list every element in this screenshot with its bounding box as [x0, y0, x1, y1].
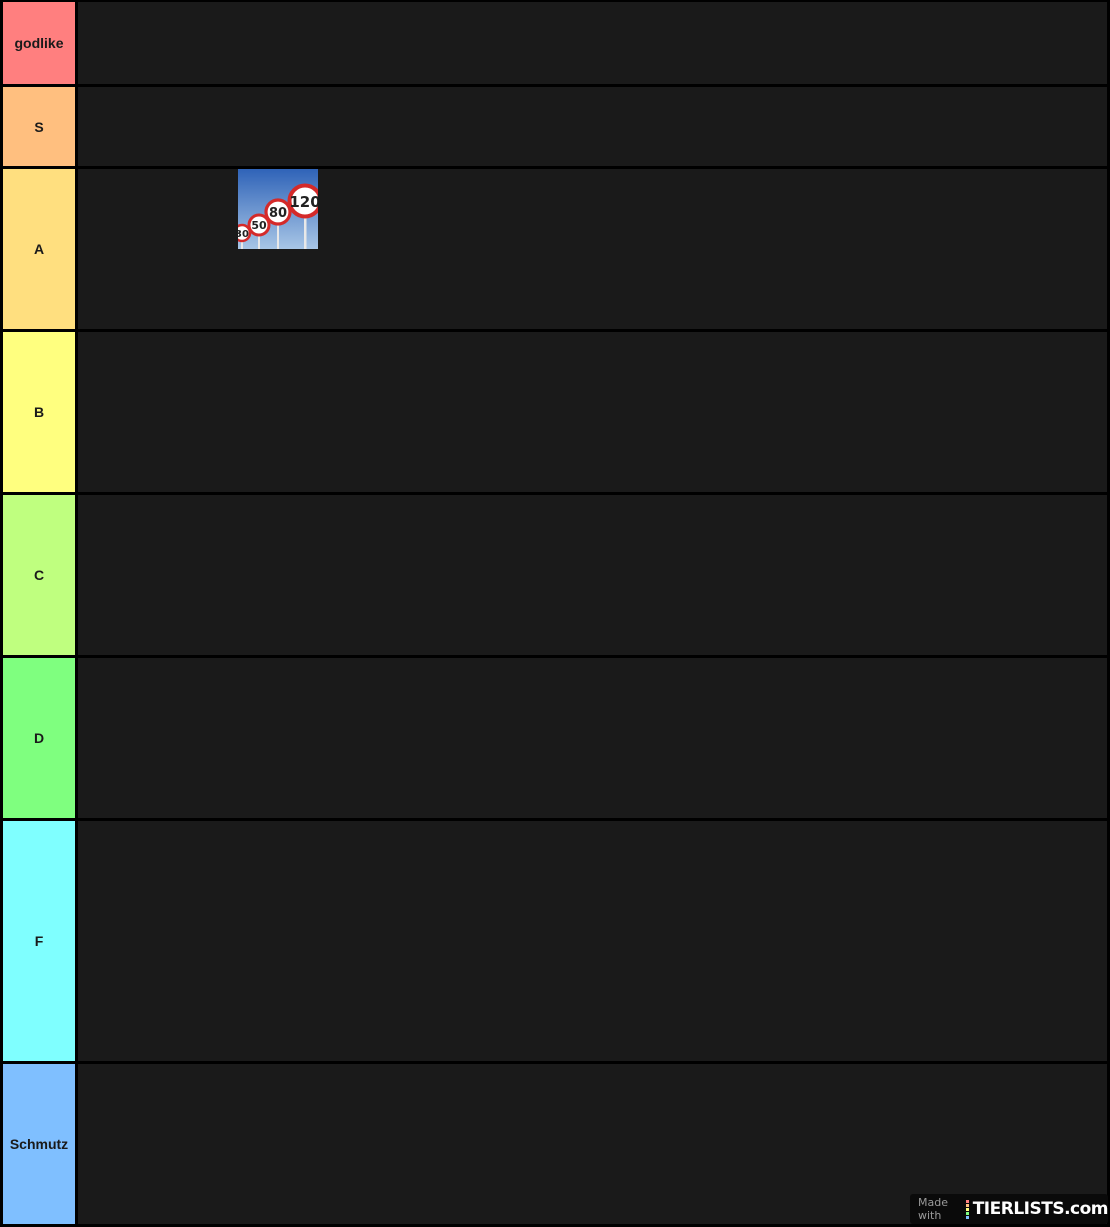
- logo-bar: [965, 1207, 969, 1211]
- tier-dropzone-f[interactable]: [78, 821, 1107, 1061]
- watermark-made-with: Made with: [918, 1196, 948, 1222]
- tier-label-c[interactable]: C: [3, 495, 75, 655]
- tier-row-f: F: [0, 819, 1110, 1062]
- tier-list: godlike S A 30 50 80 120 B C D F Schmutz…: [0, 0, 1110, 1227]
- tier-label-schmutz[interactable]: Schmutz: [3, 1064, 75, 1224]
- sign-number: 120: [289, 193, 318, 211]
- sign-number: 50: [251, 219, 267, 232]
- watermark-brand: TIERLISTS.com: [972, 1199, 1109, 1219]
- tier-row-godlike: godlike: [0, 0, 1110, 85]
- tierlists-logo-icon: [965, 1199, 969, 1219]
- logo-bar: [965, 1203, 969, 1207]
- tier-label-text: A: [33, 241, 45, 257]
- tier-label-text: godlike: [14, 35, 64, 51]
- tier-label-godlike[interactable]: godlike: [3, 2, 75, 84]
- logo-bar: [965, 1215, 969, 1219]
- tier-label-d[interactable]: D: [3, 658, 75, 818]
- tierlists-watermark[interactable]: Made with TIERLISTS.com: [910, 1194, 1109, 1224]
- sign-number: 30: [238, 229, 249, 240]
- tier-label-b[interactable]: B: [3, 332, 75, 492]
- tier-label-f[interactable]: F: [3, 821, 75, 1061]
- tier-label-text: B: [33, 404, 45, 420]
- tier-dropzone-b[interactable]: [78, 332, 1107, 492]
- speed-limit-signs-image: 30 50 80 120: [232, 169, 323, 249]
- tier-dropzone-a[interactable]: 30 50 80 120: [78, 169, 1107, 329]
- tier-label-text: S: [34, 118, 44, 135]
- sign-number: 80: [269, 206, 287, 221]
- logo-bar: [965, 1199, 969, 1203]
- tier-row-c: C: [0, 493, 1110, 656]
- tier-label-text: Schmutz: [9, 1136, 69, 1152]
- tier-label-a[interactable]: A: [3, 169, 75, 329]
- tier-dropzone-godlike[interactable]: [78, 2, 1107, 84]
- tier-row-b: B: [0, 330, 1110, 493]
- tier-dropzone-c[interactable]: [78, 495, 1107, 655]
- logo-bar: [965, 1211, 969, 1215]
- speed-limit-signs-item[interactable]: 30 50 80 120: [232, 169, 323, 249]
- tier-row-d: D: [0, 656, 1110, 819]
- tier-label-text: D: [33, 730, 45, 746]
- tier-label-text: F: [34, 933, 44, 949]
- tier-dropzone-s[interactable]: [78, 87, 1107, 166]
- tier-row-a: A 30 50 80 120: [0, 167, 1110, 330]
- tier-row-s: S: [0, 85, 1110, 167]
- tier-label-text: C: [33, 567, 45, 583]
- tier-label-s[interactable]: S: [3, 87, 75, 166]
- tier-dropzone-d[interactable]: [78, 658, 1107, 818]
